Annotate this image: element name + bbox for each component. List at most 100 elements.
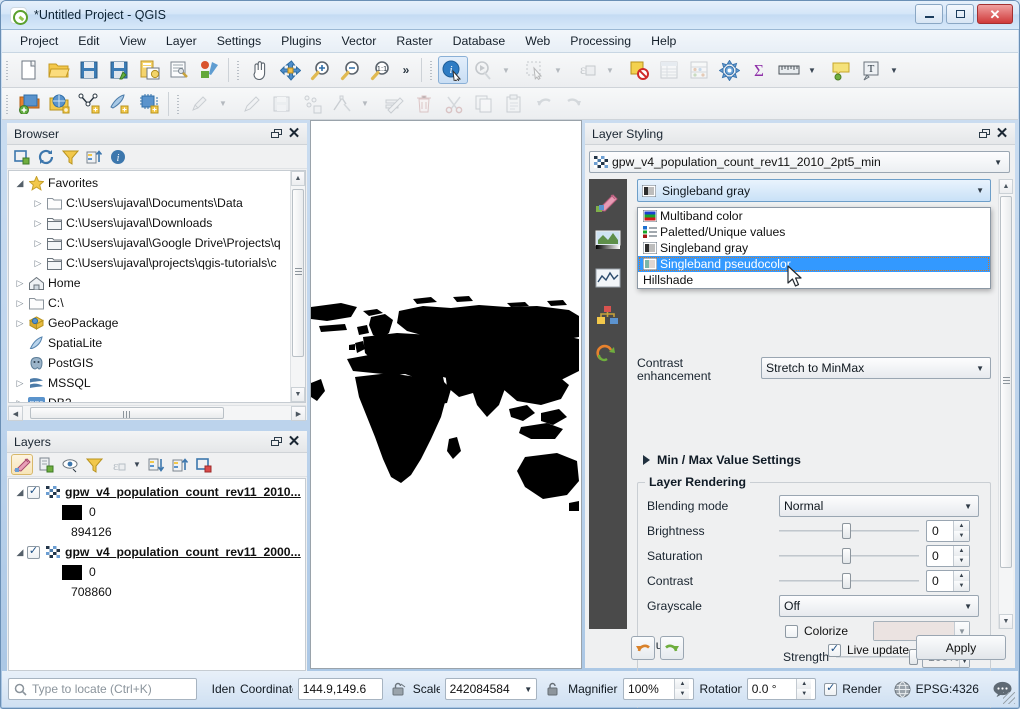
menu-vector[interactable]: Vector bbox=[331, 31, 386, 51]
browser-vscrollbar[interactable]: ▲ ▼ bbox=[290, 171, 305, 402]
new-project-icon[interactable] bbox=[14, 56, 44, 84]
render-type-combobox[interactable]: Singleband gray ▼ bbox=[637, 179, 991, 202]
browser-tree-item[interactable]: ▷Home bbox=[9, 273, 290, 293]
pan-map-icon[interactable] bbox=[245, 56, 275, 84]
tree-expand-arrow[interactable]: ▷ bbox=[31, 238, 45, 249]
layer-selector-combobox[interactable]: gpw_v4_population_count_rev11_2010_2pt5_… bbox=[589, 151, 1010, 173]
open-attribute-table-icon[interactable] bbox=[654, 56, 684, 84]
brightness-slider[interactable] bbox=[779, 520, 919, 542]
select-by-expression-icon[interactable]: ε bbox=[572, 56, 602, 84]
tree-expand-arrow[interactable]: ▷ bbox=[13, 398, 27, 404]
rendering-tab-icon[interactable] bbox=[593, 301, 623, 331]
browser-tree-item[interactable]: ▷C:\Users\ujaval\Documents\Data bbox=[9, 193, 290, 213]
overflow-icon[interactable]: » bbox=[395, 56, 417, 84]
browser-hscrollbar[interactable]: ◀ ▶ bbox=[8, 405, 306, 420]
browser-tree-item[interactable]: ▷GeoPackage bbox=[9, 313, 290, 333]
map-tips-icon[interactable] bbox=[826, 56, 856, 84]
save-layer-edits-icon[interactable] bbox=[267, 90, 297, 118]
tree-expand-arrow[interactable]: ▷ bbox=[31, 198, 45, 209]
blending-mode-combobox[interactable]: Normal ▼ bbox=[779, 495, 979, 517]
saturation-up[interactable]: ▲ bbox=[954, 546, 969, 556]
scale-combobox[interactable]: 242084584 ▼ bbox=[445, 678, 538, 700]
add-group-icon[interactable] bbox=[35, 454, 57, 475]
tree-expand-arrow[interactable]: ▷ bbox=[13, 298, 27, 309]
select-features-icon[interactable] bbox=[520, 56, 550, 84]
measure-dropdown[interactable]: ▼ bbox=[804, 56, 826, 84]
menu-edit[interactable]: Edit bbox=[68, 31, 109, 51]
collapse-all-icon[interactable] bbox=[169, 454, 191, 475]
history-tab-icon[interactable] bbox=[593, 339, 623, 369]
toggle-editing-icon[interactable] bbox=[237, 90, 267, 118]
layer-visibility-checkbox[interactable] bbox=[27, 546, 40, 559]
browser-scroll-up[interactable]: ▲ bbox=[291, 171, 305, 186]
browser-hscroll-left[interactable]: ◀ bbox=[8, 406, 23, 421]
styling-scroll-thumb[interactable] bbox=[1000, 196, 1012, 568]
properties-info-icon[interactable]: i bbox=[107, 146, 129, 167]
browser-scroll-down[interactable]: ▼ bbox=[291, 387, 305, 402]
filter-expression-dropdown[interactable]: ▼ bbox=[131, 454, 143, 475]
rotation-up[interactable]: ▲ bbox=[797, 679, 811, 689]
layer-visibility-checkbox[interactable] bbox=[27, 486, 40, 499]
save-project-as-icon[interactable] bbox=[104, 56, 134, 84]
lock-icon[interactable] bbox=[388, 681, 408, 697]
add-spatialite-layer-icon[interactable] bbox=[104, 90, 134, 118]
layers-float-button[interactable] bbox=[267, 433, 285, 451]
menu-plugins[interactable]: Plugins bbox=[271, 31, 331, 51]
tree-expand-arrow[interactable]: ▷ bbox=[13, 318, 27, 329]
magnifier-lock-icon[interactable] bbox=[542, 681, 563, 697]
run-feature-action-dropdown[interactable]: ▼ bbox=[498, 56, 520, 84]
contrast-spinbox[interactable]: 0 ▲▼ bbox=[926, 570, 970, 592]
remove-layer-icon[interactable] bbox=[193, 454, 215, 475]
manage-visibility-icon[interactable] bbox=[59, 454, 81, 475]
render-type-dropdown-popup[interactable]: Multiband colorPaletted/Unique valuesSin… bbox=[637, 207, 991, 289]
magnifier-up[interactable]: ▲ bbox=[675, 679, 689, 689]
brightness-up[interactable]: ▲ bbox=[954, 521, 969, 531]
browser-tree-item[interactable]: PostGIS bbox=[9, 353, 290, 373]
colorize-checkbox[interactable] bbox=[785, 625, 798, 638]
brightness-down[interactable]: ▼ bbox=[954, 531, 969, 541]
tree-expand-arrow[interactable]: ▷ bbox=[31, 258, 45, 269]
deselect-features-icon[interactable] bbox=[624, 56, 654, 84]
zoom-out-icon[interactable] bbox=[335, 56, 365, 84]
toolbar-grip-datasource[interactable] bbox=[4, 93, 11, 115]
chevron-down-icon[interactable]: ▼ bbox=[964, 502, 974, 511]
layer-expand-arrow[interactable]: ◢ bbox=[13, 547, 27, 558]
chevron-down-icon[interactable]: ▼ bbox=[976, 364, 986, 373]
contrast-up[interactable]: ▲ bbox=[954, 571, 969, 581]
copy-features-icon[interactable] bbox=[469, 90, 499, 118]
layers-tree[interactable]: ◢gpw_v4_population_count_rev11_2010...08… bbox=[8, 478, 306, 671]
browser-tree-item[interactable]: ▷DB2DB2 bbox=[9, 393, 290, 403]
browser-tree-item[interactable]: ▷C:\ bbox=[9, 293, 290, 313]
add-layer-icon[interactable] bbox=[11, 146, 33, 167]
menu-database[interactable]: Database bbox=[443, 31, 516, 51]
render-type-option[interactable]: Paletted/Unique values bbox=[638, 224, 990, 240]
saturation-slider[interactable] bbox=[779, 545, 919, 567]
browser-hscroll-thumb[interactable] bbox=[30, 407, 224, 419]
data-source-manager-icon[interactable] bbox=[14, 90, 44, 118]
chevron-down-icon[interactable]: ▼ bbox=[976, 186, 986, 195]
contrast-down[interactable]: ▼ bbox=[954, 581, 969, 591]
layers-close-button[interactable]: ✕ bbox=[285, 433, 303, 451]
browser-float-button[interactable] bbox=[267, 125, 285, 143]
current-edits-dropdown[interactable]: ▼ bbox=[215, 90, 237, 118]
crs-label[interactable]: EPSG:4326 bbox=[916, 682, 979, 696]
styling-vscrollbar[interactable]: ▲ ▼ bbox=[998, 179, 1013, 629]
magnifier-spinbox[interactable]: 100% ▲▼ bbox=[623, 678, 694, 700]
collapse-all-icon[interactable] bbox=[83, 146, 105, 167]
add-wms-layer-icon[interactable] bbox=[44, 90, 74, 118]
cut-features-icon[interactable] bbox=[439, 90, 469, 118]
magnifier-down[interactable]: ▼ bbox=[675, 689, 689, 699]
toolbar-grip-attr[interactable] bbox=[428, 59, 435, 81]
browser-tree-item[interactable]: ▷C:\Users\ujaval\Google Drive\Projects\q bbox=[9, 233, 290, 253]
symbology-tab-icon[interactable] bbox=[593, 187, 623, 217]
window-resize-grip[interactable] bbox=[1003, 692, 1015, 704]
browser-scroll-thumb[interactable] bbox=[292, 189, 304, 357]
browser-tree-item[interactable]: ▷C:\Users\ujaval\Downloads bbox=[9, 213, 290, 233]
browser-tree-item[interactable]: ◢Favorites bbox=[9, 173, 290, 193]
run-feature-action-icon[interactable] bbox=[468, 56, 498, 84]
transparency-tab-icon[interactable] bbox=[593, 225, 623, 255]
tree-expand-arrow[interactable]: ▷ bbox=[13, 278, 27, 289]
histogram-tab-icon[interactable] bbox=[593, 263, 623, 293]
field-calculator-icon[interactable] bbox=[684, 56, 714, 84]
chevron-down-icon[interactable]: ▼ bbox=[994, 158, 1005, 167]
